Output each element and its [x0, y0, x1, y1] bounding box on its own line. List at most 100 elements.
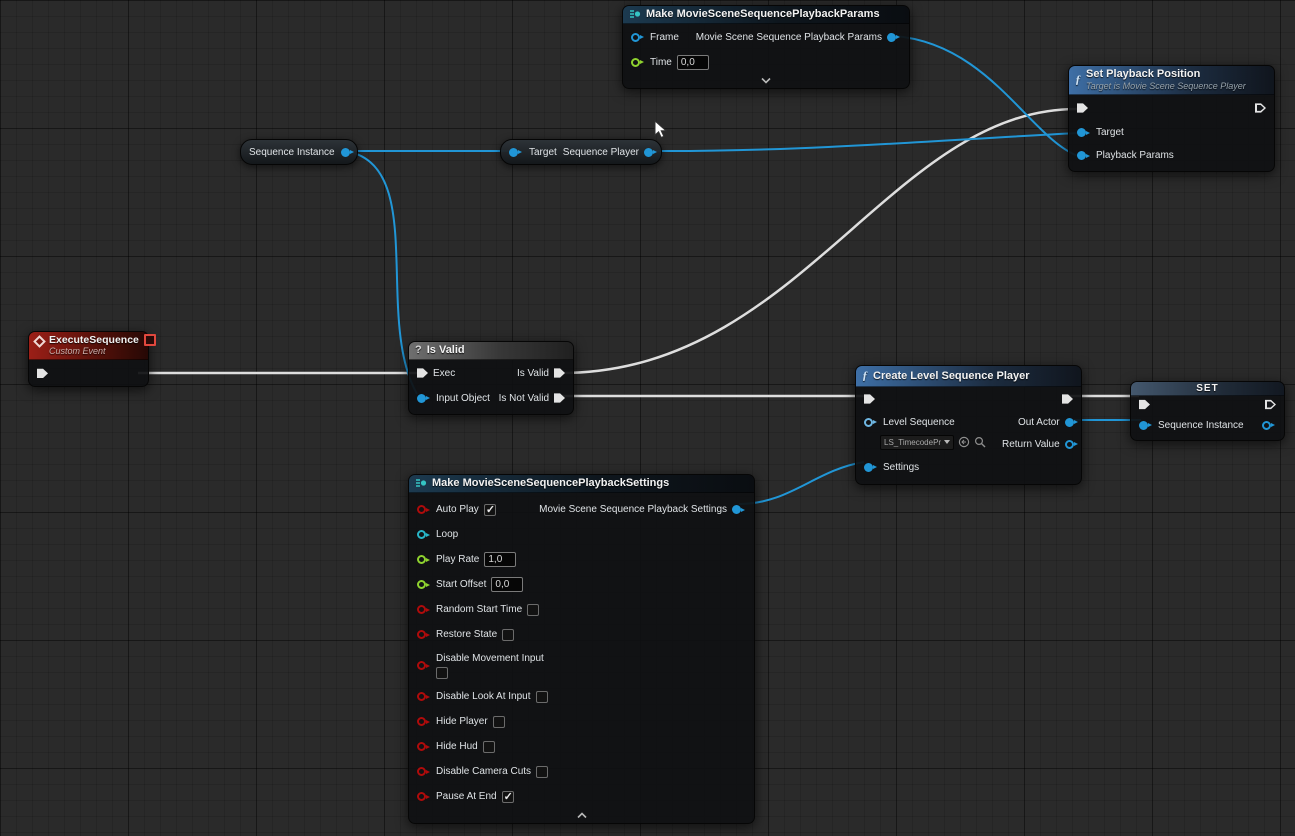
sequence-player-out-pin[interactable]: [644, 148, 653, 157]
exec-in-pin[interactable]: [864, 394, 875, 405]
out-actor-pin[interactable]: [1065, 418, 1074, 427]
is-not-valid-exec-out-pin[interactable]: [554, 393, 565, 404]
start-offset-input[interactable]: [491, 577, 523, 592]
node-set-playback-position[interactable]: ƒ Set Playback Position Target is Movie …: [1068, 65, 1275, 172]
params-out-pin[interactable]: [887, 33, 896, 42]
settings-out-label: Movie Scene Sequence Playback Settings: [539, 504, 727, 515]
random-start-time-label: Random Start Time: [436, 604, 522, 615]
level-sequence-label: Level Sequence: [883, 417, 955, 428]
node-set-sequence-instance[interactable]: SET Sequence Instance: [1130, 381, 1285, 441]
browse-icon[interactable]: [974, 436, 986, 448]
exec-out-pin[interactable]: [1265, 399, 1276, 410]
return-value-label: Return Value: [1002, 439, 1060, 450]
exec-in-label: Exec: [433, 368, 455, 379]
asset-picker-value: LS_TimecodePr: [884, 438, 941, 447]
settings-pin[interactable]: [864, 463, 873, 472]
collapse-chevron[interactable]: [623, 74, 909, 88]
node-title: Set Playback Position: [1086, 68, 1246, 81]
random-start-time-pin[interactable]: [417, 605, 426, 614]
auto-play-label: Auto Play: [436, 504, 479, 515]
disable-movement-input-pin[interactable]: [417, 661, 426, 670]
pause-at-end-checkbox[interactable]: [502, 791, 514, 803]
hide-hud-checkbox[interactable]: [483, 741, 495, 753]
is-valid-out-label: Is Valid: [517, 368, 549, 379]
settings-out-pin[interactable]: [732, 505, 741, 514]
node-header[interactable]: SET: [1131, 382, 1284, 396]
disable-look-at-input-checkbox[interactable]: [536, 691, 548, 703]
node-header[interactable]: ExecuteSequence Custom Event: [29, 332, 148, 360]
combo-arrow-icon: [944, 440, 950, 444]
out-actor-label: Out Actor: [1018, 417, 1060, 428]
expand-chevron[interactable]: [409, 809, 754, 823]
custom-event-icon: [33, 335, 46, 348]
input-object-label: Input Object: [436, 393, 490, 404]
make-struct-icon: [629, 8, 641, 20]
time-pin-label: Time: [650, 57, 672, 68]
sequence-instance-in-pin[interactable]: [1139, 421, 1148, 430]
node-header[interactable]: ƒ Create Level Sequence Player: [856, 366, 1081, 387]
frame-pin[interactable]: [631, 33, 640, 42]
asset-picker-dropdown[interactable]: LS_TimecodePr: [880, 435, 954, 450]
target-pin[interactable]: [509, 148, 518, 157]
disable-movement-input-checkbox[interactable]: [436, 667, 448, 679]
disable-camera-cuts-checkbox[interactable]: [536, 766, 548, 778]
pause-at-end-label: Pause At End: [436, 791, 497, 802]
playback-params-pin-label: Playback Params: [1096, 150, 1174, 161]
node-make-playback-settings[interactable]: Make MovieSceneSequencePlaybackSettings …: [408, 474, 755, 824]
auto-play-pin[interactable]: [417, 505, 426, 514]
play-rate-label: Play Rate: [436, 554, 479, 565]
node-title: ExecuteSequence: [49, 334, 139, 346]
hide-hud-label: Hide Hud: [436, 741, 478, 752]
exec-out-pin[interactable]: [1255, 102, 1266, 113]
playback-params-pin[interactable]: [1077, 151, 1086, 160]
delegate-pin[interactable]: [144, 334, 156, 346]
mouse-cursor: [654, 120, 670, 140]
node-get-sequence-player[interactable]: Target Sequence Player: [500, 139, 662, 165]
target-pin[interactable]: [1077, 128, 1086, 137]
is-valid-exec-out-pin[interactable]: [554, 368, 565, 379]
level-sequence-pin[interactable]: [864, 418, 873, 427]
function-icon: ƒ: [1075, 72, 1081, 87]
loop-pin[interactable]: [417, 530, 426, 539]
time-pin[interactable]: [631, 58, 640, 67]
exec-in-pin[interactable]: [417, 368, 428, 379]
input-object-pin[interactable]: [417, 394, 426, 403]
return-value-pin[interactable]: [1065, 440, 1074, 449]
node-is-valid[interactable]: ? Is Valid Exec Is Valid Input Object Is…: [408, 341, 574, 415]
exec-out-pin[interactable]: [37, 368, 48, 379]
time-input[interactable]: [677, 55, 709, 70]
disable-look-at-input-label: Disable Look At Input: [436, 691, 531, 702]
play-rate-pin[interactable]: [417, 555, 426, 564]
start-offset-pin[interactable]: [417, 580, 426, 589]
random-start-time-checkbox[interactable]: [527, 604, 539, 616]
pause-at-end-pin[interactable]: [417, 792, 426, 801]
hide-player-pin[interactable]: [417, 717, 426, 726]
node-create-level-sequence-player[interactable]: ƒ Create Level Sequence Player Level Seq…: [855, 365, 1082, 485]
node-header[interactable]: ƒ Set Playback Position Target is Movie …: [1069, 66, 1274, 95]
exec-in-pin[interactable]: [1139, 399, 1150, 410]
hide-player-label: Hide Player: [436, 716, 488, 727]
sequence-instance-out-pin[interactable]: [1262, 421, 1271, 430]
restore-state-pin[interactable]: [417, 630, 426, 639]
node-execute-sequence-event[interactable]: ExecuteSequence Custom Event: [28, 331, 149, 387]
sequence-instance-out-pin[interactable]: [341, 148, 350, 157]
node-subtitle: Custom Event: [49, 346, 139, 356]
exec-in-pin[interactable]: [1077, 102, 1088, 113]
node-header[interactable]: Make MovieSceneSequencePlaybackSettings: [409, 475, 754, 493]
restore-state-checkbox[interactable]: [502, 629, 514, 641]
auto-play-checkbox[interactable]: [484, 504, 496, 516]
start-offset-label: Start Offset: [436, 579, 486, 590]
play-rate-input[interactable]: [484, 552, 516, 567]
node-header[interactable]: ? Is Valid: [409, 342, 573, 360]
exec-out-pin[interactable]: [1062, 394, 1073, 405]
hide-player-checkbox[interactable]: [493, 716, 505, 728]
disable-camera-cuts-pin[interactable]: [417, 767, 426, 776]
node-header[interactable]: Make MovieSceneSequencePlaybackParams: [623, 6, 909, 24]
disable-look-at-input-pin[interactable]: [417, 692, 426, 701]
node-get-sequence-instance[interactable]: Sequence Instance: [240, 139, 358, 165]
is-not-valid-out-label: Is Not Valid: [499, 393, 549, 404]
node-make-playback-params[interactable]: Make MovieSceneSequencePlaybackParams Fr…: [622, 5, 910, 89]
settings-pin-label: Settings: [883, 462, 919, 473]
hide-hud-pin[interactable]: [417, 742, 426, 751]
use-selected-icon[interactable]: [958, 436, 970, 448]
